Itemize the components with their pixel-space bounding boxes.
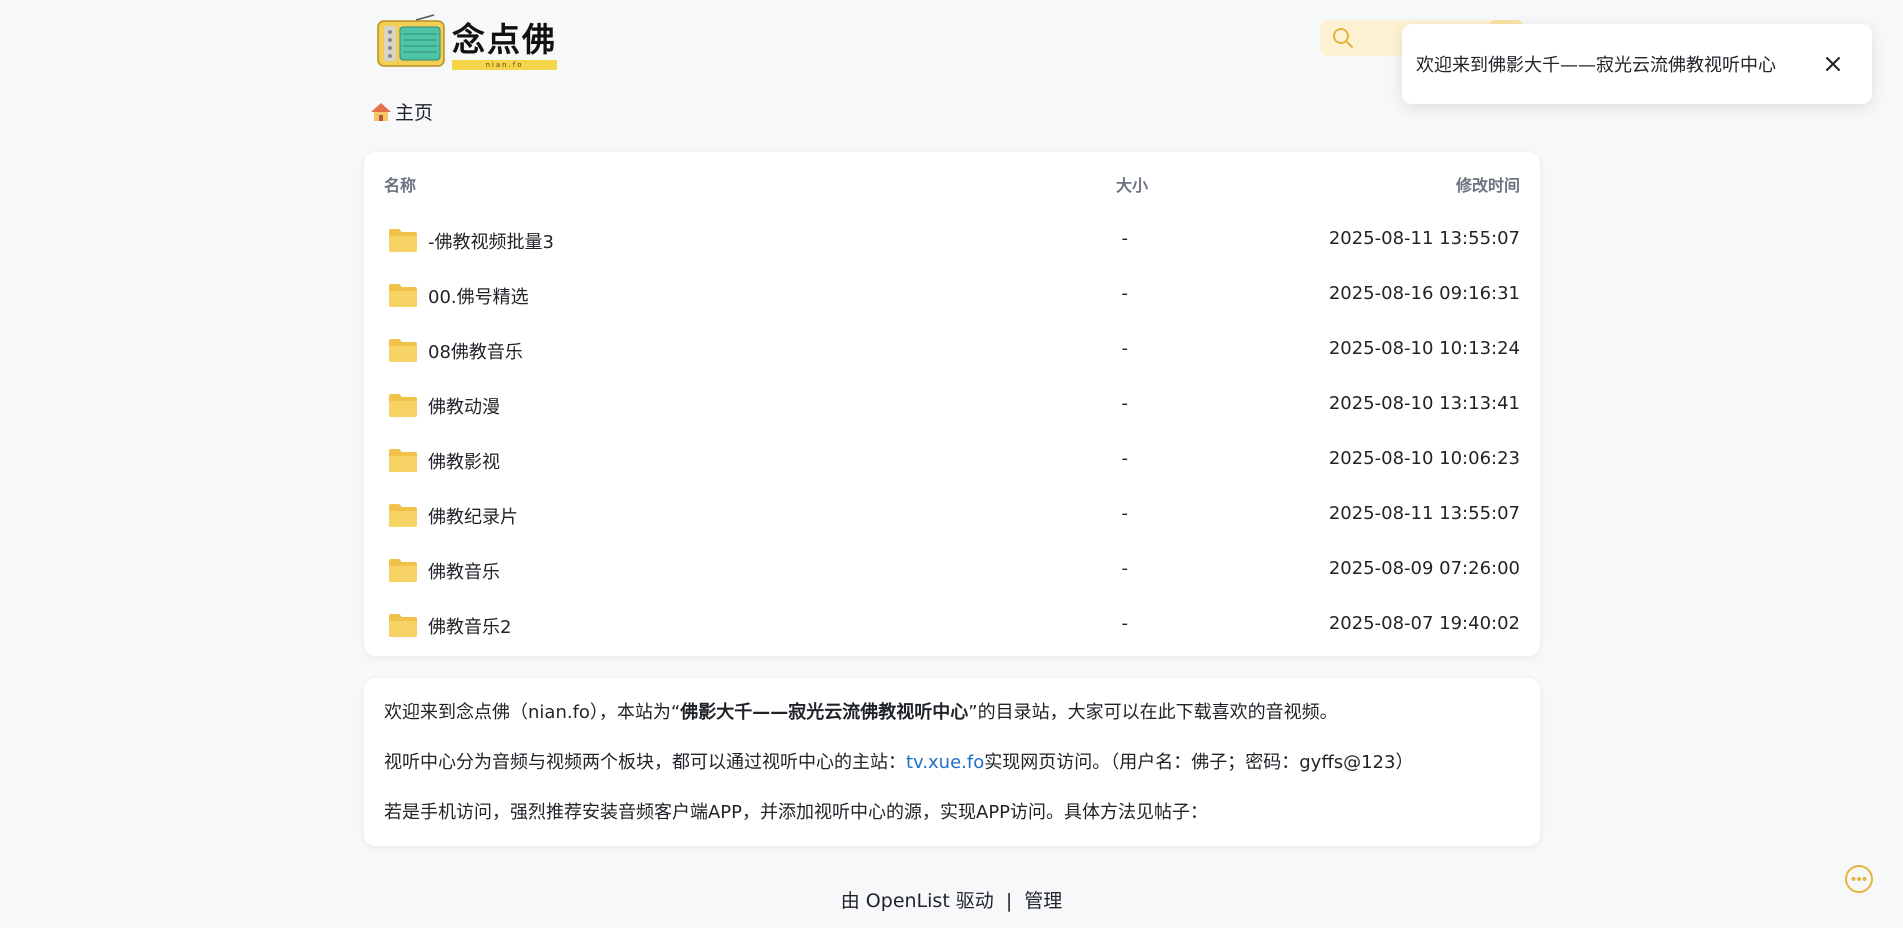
row-modified: 2025-08-10 10:06:23 [1328, 448, 1520, 469]
footer-manage-link[interactable]: 管理 [1024, 890, 1062, 912]
folder-icon [389, 614, 417, 637]
site-logo[interactable]: 念点佛 nian.fo [376, 14, 557, 70]
table-row[interactable]: -佛教视频批量3 - 2025-08-11 13:55:07 [368, 214, 1536, 269]
search-icon [1333, 28, 1353, 48]
readme: 欢迎来到念点佛（nian.fo），本站为“佛影大千——寂光云流佛教视听中心”的目… [364, 678, 1540, 846]
row-modified: 2025-08-07 19:40:02 [1328, 613, 1520, 634]
toast-message: 欢迎来到佛影大千——寂光云流佛教视听中心 [1416, 55, 1776, 76]
row-size: - [1121, 338, 1129, 359]
folder-icon [389, 284, 417, 307]
column-name-header[interactable]: 名称 [384, 172, 416, 196]
breadcrumb[interactable]: 主页 [370, 98, 433, 125]
table-row[interactable]: 00.佛号精选 - 2025-08-16 09:16:31 [368, 269, 1536, 324]
table-row[interactable]: 佛教音乐2 - 2025-08-07 19:40:02 [368, 599, 1536, 654]
more-options-icon[interactable] [1844, 864, 1874, 894]
radio-icon [377, 14, 445, 67]
readme-line-1-post: ”的目录站，大家可以在此下载喜欢的音视频。 [968, 702, 1338, 723]
home-icon [371, 102, 391, 121]
logo-textblock: 念点佛 nian.fo [452, 22, 557, 70]
row-size: - [1121, 228, 1129, 249]
row-modified: 2025-08-09 07:26:00 [1328, 558, 1520, 579]
column-modified-header[interactable]: 修改时间 [1456, 172, 1520, 196]
table-row[interactable]: 08佛教音乐 - 2025-08-10 10:13:24 [368, 324, 1536, 379]
row-size: - [1121, 283, 1129, 304]
readme-line-1-bold: 佛影大千——寂光云流佛教视听中心 [680, 702, 969, 723]
footer: 由 OpenList 驱动 | 管理 [0, 886, 1903, 913]
row-name[interactable]: 佛教音乐 [428, 558, 500, 584]
row-size: - [1121, 448, 1129, 469]
column-size-header[interactable]: 大小 [1028, 172, 1148, 196]
row-name[interactable]: 00.佛号精选 [428, 283, 529, 309]
folder-icon [389, 394, 417, 417]
readme-line-1: 欢迎来到念点佛（nian.fo），本站为“佛影大千——寂光云流佛教视听中心”的目… [384, 698, 1338, 724]
row-modified: 2025-08-10 10:13:24 [1328, 338, 1520, 359]
logo-subtitle: nian.fo [452, 60, 557, 70]
table-row[interactable]: 佛教音乐 - 2025-08-09 07:26:00 [368, 544, 1536, 599]
folder-icon [389, 504, 417, 527]
row-modified: 2025-08-11 13:55:07 [1328, 228, 1520, 249]
row-modified: 2025-08-16 09:16:31 [1328, 283, 1520, 304]
readme-line-3: 若是手机访问，强烈推荐安装音频客户端APP，并添加视听中心的源，实现APP访问。… [384, 802, 1209, 823]
page: 念点佛 nian.fo 主页 名称 大小 修改时间 -佛教视频批量3 - 2025-… [0, 0, 1903, 928]
row-name[interactable]: 佛教音乐2 [428, 613, 511, 639]
row-size: - [1121, 393, 1129, 414]
row-name[interactable]: 佛教影视 [428, 448, 500, 474]
folder-icon [389, 339, 417, 362]
logo-title: 念点佛 [452, 20, 557, 59]
row-size: - [1121, 613, 1129, 634]
file-rows: -佛教视频批量3 - 2025-08-11 13:55:07 00.佛号精选 - 2025… [364, 214, 1540, 654]
row-name[interactable]: 佛教纪录片 [428, 503, 518, 529]
folder-icon [389, 559, 417, 582]
readme-line-1-pre: 欢迎来到念点佛（nian.fo），本站为“ [384, 702, 681, 723]
footer-separator: | [1005, 890, 1013, 912]
file-list: 名称 大小 修改时间 -佛教视频批量3 - 2025-08-11 13:55:07 0… [364, 152, 1540, 656]
readme-line-2-pre: 视听中心分为音频与视频两个板块，都可以通过视听中心的主站： [384, 752, 906, 773]
breadcrumb-home-label[interactable]: 主页 [395, 98, 433, 125]
row-name[interactable]: 08佛教音乐 [428, 338, 523, 364]
close-icon[interactable] [1822, 53, 1844, 75]
row-size: - [1121, 503, 1129, 524]
readme-line-2-post: 实现网页访问。（用户名：佛子；密码：gyffs@123） [984, 752, 1414, 773]
row-name[interactable]: -佛教视频批量3 [428, 228, 554, 254]
row-name[interactable]: 佛教动漫 [428, 393, 500, 419]
row-modified: 2025-08-10 13:13:41 [1328, 393, 1520, 414]
folder-icon [389, 229, 417, 252]
list-header: 名称 大小 修改时间 [384, 172, 1520, 202]
readme-line-2: 视听中心分为音频与视频两个板块，都可以通过视听中心的主站：tv.xue.fo实现… [384, 748, 1413, 774]
table-row[interactable]: 佛教纪录片 - 2025-08-11 13:55:07 [368, 489, 1536, 544]
row-size: - [1121, 558, 1129, 579]
row-modified: 2025-08-11 13:55:07 [1328, 503, 1520, 524]
readme-link-tv[interactable]: tv.xue.fo [906, 752, 984, 773]
table-row[interactable]: 佛教影视 - 2025-08-10 10:06:23 [368, 434, 1536, 489]
table-row[interactable]: 佛教动漫 - 2025-08-10 13:13:41 [368, 379, 1536, 434]
header: 念点佛 nian.fo [376, 10, 1538, 70]
notification-toast: 欢迎来到佛影大千——寂光云流佛教视听中心 [1402, 24, 1872, 104]
footer-powered-by[interactable]: 由 OpenList 驱动 [841, 890, 994, 912]
folder-icon [389, 449, 417, 472]
